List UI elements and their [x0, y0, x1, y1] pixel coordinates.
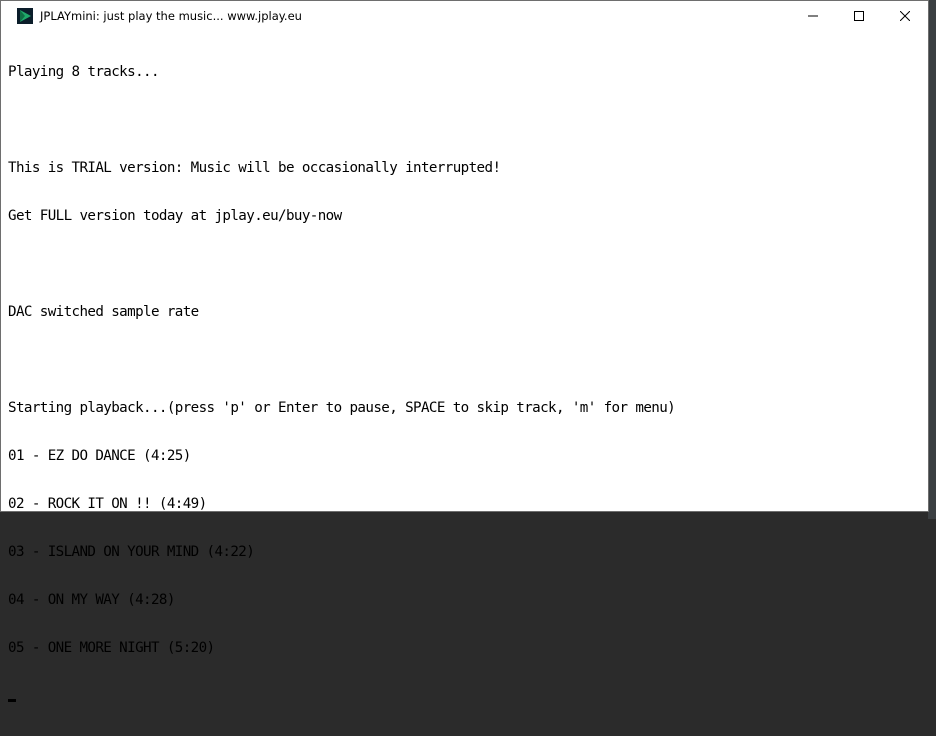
track-line: 01 - EZ DO DANCE (4:25): [8, 448, 191, 464]
trial-notice-line: This is TRIAL version: Music will be occ…: [8, 160, 501, 176]
desktop-background: [928, 0, 936, 519]
console-output[interactable]: Playing 8 tracks... This is TRIAL versio…: [8, 32, 928, 702]
window-controls: [790, 1, 928, 31]
playing-line: Playing 8 tracks...: [8, 64, 159, 80]
track-line: 03 - ISLAND ON YOUR MIND (4:22): [8, 544, 255, 560]
close-icon: [900, 11, 910, 21]
maximize-icon: [854, 11, 864, 21]
close-button[interactable]: [882, 1, 928, 31]
maximize-button[interactable]: [836, 1, 882, 31]
dac-line: DAC switched sample rate: [8, 304, 199, 320]
track-line: 02 - ROCK IT ON !! (4:49): [8, 496, 207, 512]
starting-line: Starting playback...(press 'p' or Enter …: [8, 400, 676, 416]
track-line: 04 - ON MY WAY (4:28): [8, 592, 175, 608]
track-line: 05 - ONE MORE NIGHT (5:20): [8, 640, 215, 656]
text-cursor: [8, 699, 16, 702]
window-title: JPLAYmini: just play the music... www.jp…: [40, 9, 302, 23]
console-window: JPLAYmini: just play the music... www.jp…: [0, 0, 929, 702]
cursor-line: [8, 688, 928, 704]
title-bar[interactable]: JPLAYmini: just play the music... www.jp…: [1, 1, 928, 31]
jplay-app-icon: [17, 8, 33, 24]
buy-line: Get FULL version today at jplay.eu/buy-n…: [8, 208, 342, 224]
minimize-button[interactable]: [790, 1, 836, 31]
minimize-icon: [808, 15, 818, 17]
